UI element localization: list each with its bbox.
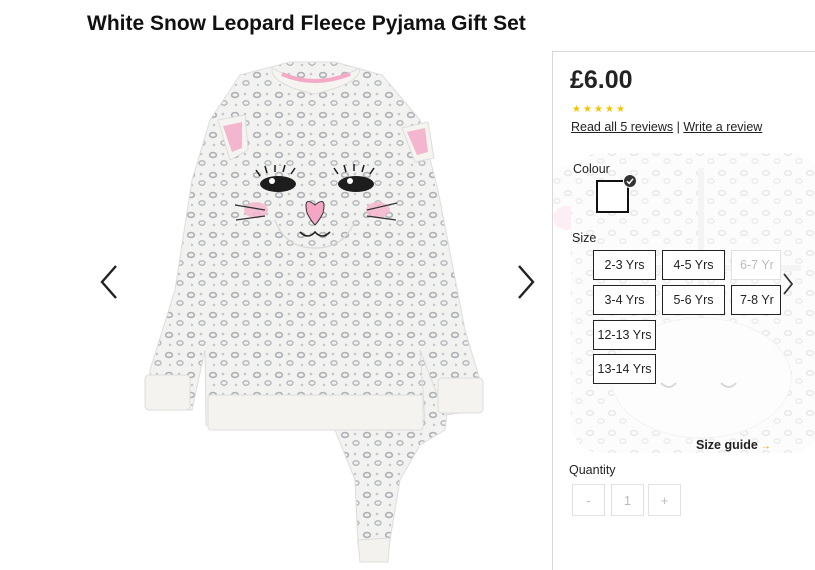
reviews-separator: |: [676, 120, 680, 134]
size-option[interactable]: 4-5 Yrs: [662, 250, 725, 280]
product-title: White Snow Leopard Fleece Pyjama Gift Se…: [87, 12, 526, 35]
size-option[interactable]: 2-3 Yrs: [593, 250, 656, 280]
quantity-label: Quantity: [569, 463, 616, 477]
read-reviews-link[interactable]: Read all 5 reviews: [571, 120, 673, 134]
size-option[interactable]: 3-4 Yrs: [593, 285, 656, 315]
pyjama-illustration: [144, 61, 484, 563]
size-guide-label: Size guide: [696, 438, 758, 452]
next-image-button[interactable]: [512, 262, 538, 302]
quantity-increment-button[interactable]: +: [648, 484, 681, 516]
check-icon: [626, 178, 634, 185]
reviews-links: Read all 5 reviews | Write a review: [571, 120, 762, 134]
star-icon: ★: [594, 104, 603, 115]
size-option[interactable]: 12-13 Yrs: [593, 320, 656, 350]
size-option[interactable]: 5-6 Yrs: [662, 285, 725, 315]
size-scroll-right-button[interactable]: [781, 270, 795, 298]
purchase-panel: £6.00 ★ ★ ★ ★ ★ Read all 5 reviews | Wri…: [552, 51, 815, 570]
star-icon: ★: [583, 104, 592, 115]
star-icon: ★: [605, 104, 614, 115]
size-option[interactable]: 7-8 Yr: [731, 285, 781, 315]
colour-label: Colour: [573, 162, 610, 176]
price: £6.00: [570, 66, 633, 94]
product-thumbnail-background: [553, 153, 815, 453]
size-option-unavailable[interactable]: 6-7 Yr: [731, 250, 781, 280]
star-rating: ★ ★ ★ ★ ★: [572, 104, 625, 115]
size-option[interactable]: 13-14 Yrs: [593, 354, 656, 384]
star-icon: ★: [616, 104, 625, 115]
previous-image-button[interactable]: [97, 262, 123, 302]
product-image: [120, 50, 510, 565]
quantity-input[interactable]: 1: [611, 484, 644, 516]
size-label: Size: [572, 231, 597, 245]
chevron-right-icon: [518, 265, 535, 299]
chevron-right-icon: [783, 273, 794, 295]
star-icon: ★: [572, 104, 581, 115]
arrow-right-icon: →: [760, 441, 771, 452]
write-review-link[interactable]: Write a review: [683, 120, 762, 134]
chevron-left-icon: [100, 265, 117, 299]
size-guide-link[interactable]: Size guide →: [696, 438, 771, 452]
quantity-decrement-button[interactable]: -: [572, 484, 605, 516]
swatch-selected-badge: [623, 174, 637, 188]
